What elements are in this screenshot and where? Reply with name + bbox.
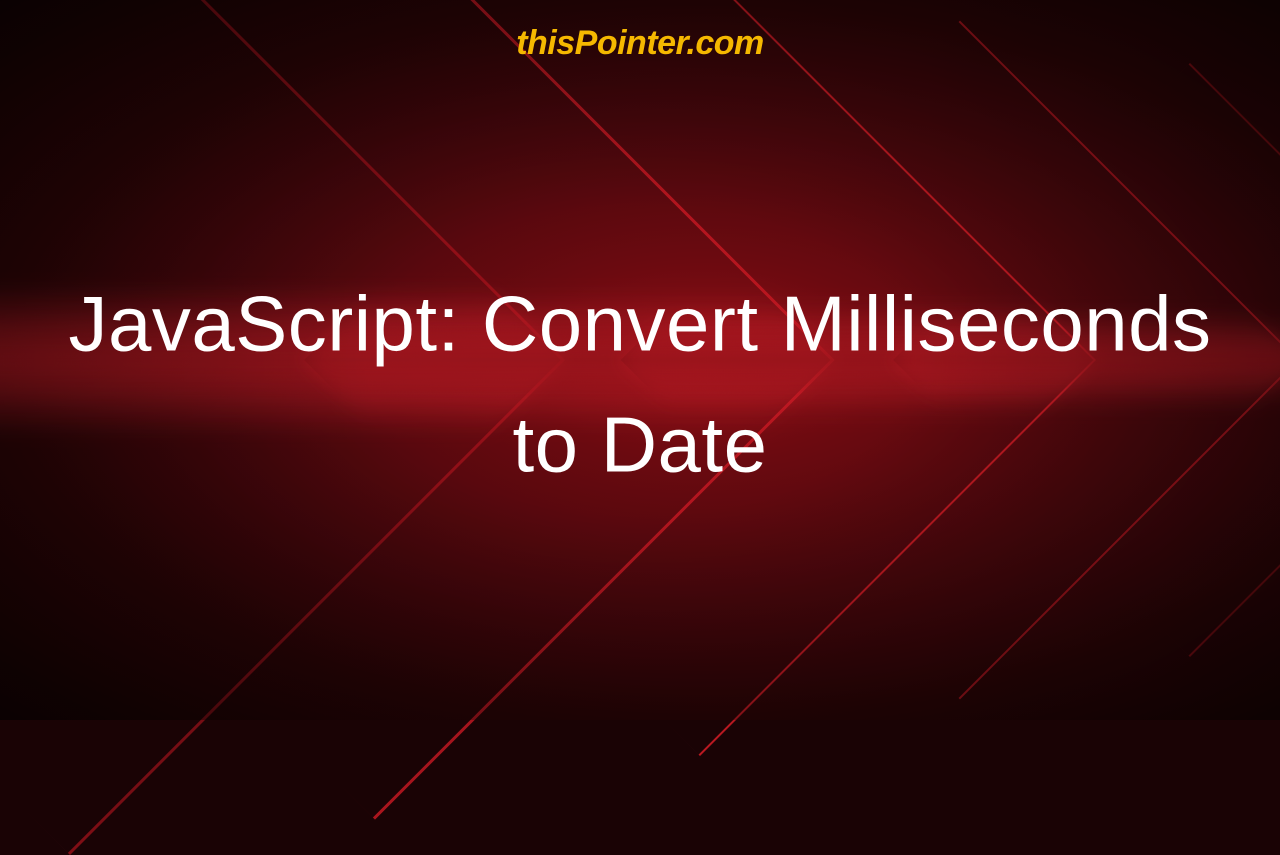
article-title: JavaScript: Convert Milliseconds to Date: [64, 263, 1216, 505]
brand-logo: thisPointer.com: [516, 24, 764, 63]
